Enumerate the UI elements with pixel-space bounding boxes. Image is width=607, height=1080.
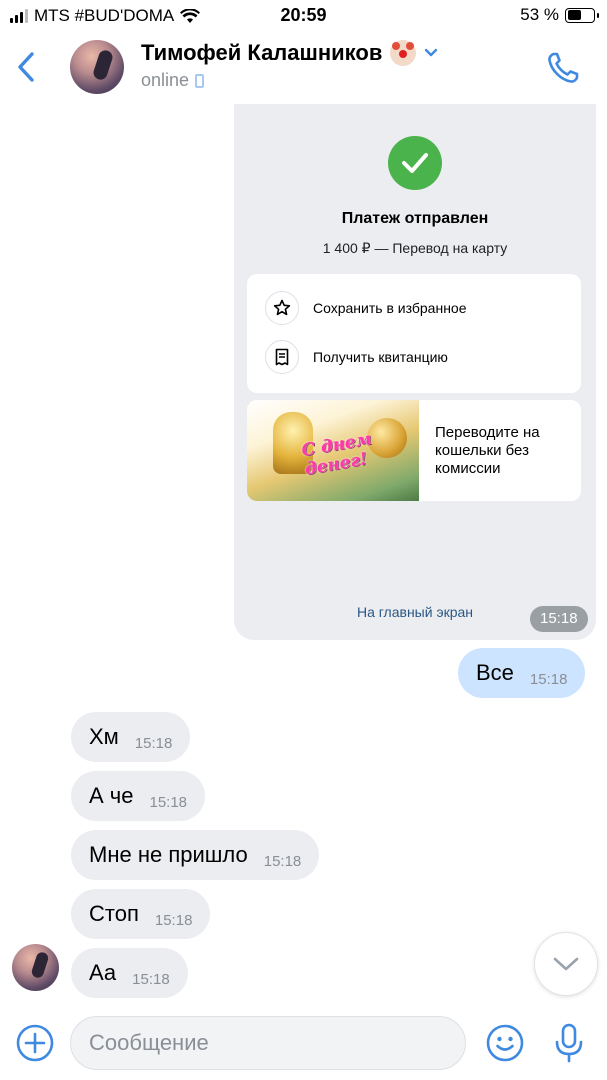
payment-card: Платеж отправлен 1 400 ₽ — Перевод на ка… — [234, 104, 596, 640]
message-text: Все — [476, 660, 514, 685]
promo-banner-title: С днем денег! — [300, 429, 374, 480]
message-text: А че — [89, 783, 134, 808]
message-bubble-in[interactable]: Стоп 15:18 — [71, 889, 211, 939]
status-bar: MTS #BUD'DOMA 20:59 53 % — [0, 0, 607, 32]
message-text: Хм — [89, 724, 119, 749]
contact-name[interactable]: Тимофей Калашников — [141, 40, 382, 66]
chevron-down-icon[interactable] — [424, 48, 438, 58]
contact-status: online — [141, 70, 205, 91]
phone-icon — [195, 73, 205, 88]
message-bubble-in[interactable]: А че 15:18 — [71, 771, 206, 821]
message-time: 15:18 — [132, 970, 170, 988]
message-time: 15:18 — [149, 793, 188, 811]
avatar[interactable] — [70, 40, 124, 94]
payment-subtitle: 1 400 ₽ — Перевод на карту — [322, 240, 508, 256]
call-icon[interactable] — [545, 50, 581, 86]
clock: 20:59 — [280, 5, 327, 25]
message-text: Стоп — [89, 901, 139, 926]
message-bubble-in[interactable]: Аа 15:18 — [71, 948, 188, 998]
message-composer — [0, 1010, 607, 1080]
save-to-favorites-button[interactable]: Сохранить в избранное — [265, 291, 467, 325]
chat-history[interactable]: Платеж отправлен 1 400 ₽ — Перевод на ка… — [0, 104, 607, 1010]
message-bubble-in[interactable]: Мне не пришло 15:18 — [71, 830, 320, 880]
chevron-down-icon — [553, 957, 579, 971]
battery-icon — [565, 7, 599, 23]
message-time: 15:18 — [154, 911, 193, 929]
payment-card-time: 15:18 — [530, 606, 588, 632]
battery-percent: 53 % — [520, 5, 559, 24]
promo-image: С днем денег! — [247, 400, 419, 501]
contact-title[interactable]: Тимофей Калашников — [141, 40, 438, 66]
payment-title: Платеж отправлен — [341, 210, 489, 227]
get-receipt-label: Получить квитанцию — [313, 349, 448, 365]
check-icon — [388, 136, 442, 190]
battery-area: 53 % — [520, 5, 599, 25]
message-bubble-in[interactable]: Хм 15:18 — [71, 712, 191, 762]
promo-text: Переводите на кошельки без комиссии — [435, 424, 540, 477]
save-to-favorites-label: Сохранить в избранное — [313, 300, 467, 316]
get-receipt-button[interactable]: Получить квитанцию — [265, 340, 448, 374]
message-time: 15:18 — [263, 852, 302, 870]
scroll-down-button[interactable] — [534, 932, 598, 996]
payment-actions: Сохранить в избранное Получить квитанцию — [247, 274, 581, 393]
smile-icon[interactable] — [486, 1024, 524, 1062]
message-time: 15:18 — [134, 734, 173, 752]
message-input[interactable] — [70, 1016, 466, 1070]
message-text: Аа — [89, 960, 117, 985]
star-icon — [265, 291, 299, 325]
clown-emoji-icon — [390, 40, 417, 66]
chat-header: Тимофей Калашников online — [0, 32, 607, 104]
promo-banner[interactable]: С днем денег! Переводите на кошельки без… — [247, 400, 581, 501]
add-icon[interactable] — [16, 1024, 54, 1062]
back-icon[interactable] — [14, 50, 40, 84]
message-bubble-out[interactable]: Все 15:18 — [458, 648, 586, 698]
online-status: online — [141, 70, 190, 90]
sender-avatar[interactable] — [12, 944, 59, 991]
microphone-icon[interactable] — [552, 1022, 586, 1064]
message-time: 15:18 — [529, 670, 568, 688]
receipt-icon — [265, 340, 299, 374]
message-text: Мне не пришло — [89, 842, 248, 867]
